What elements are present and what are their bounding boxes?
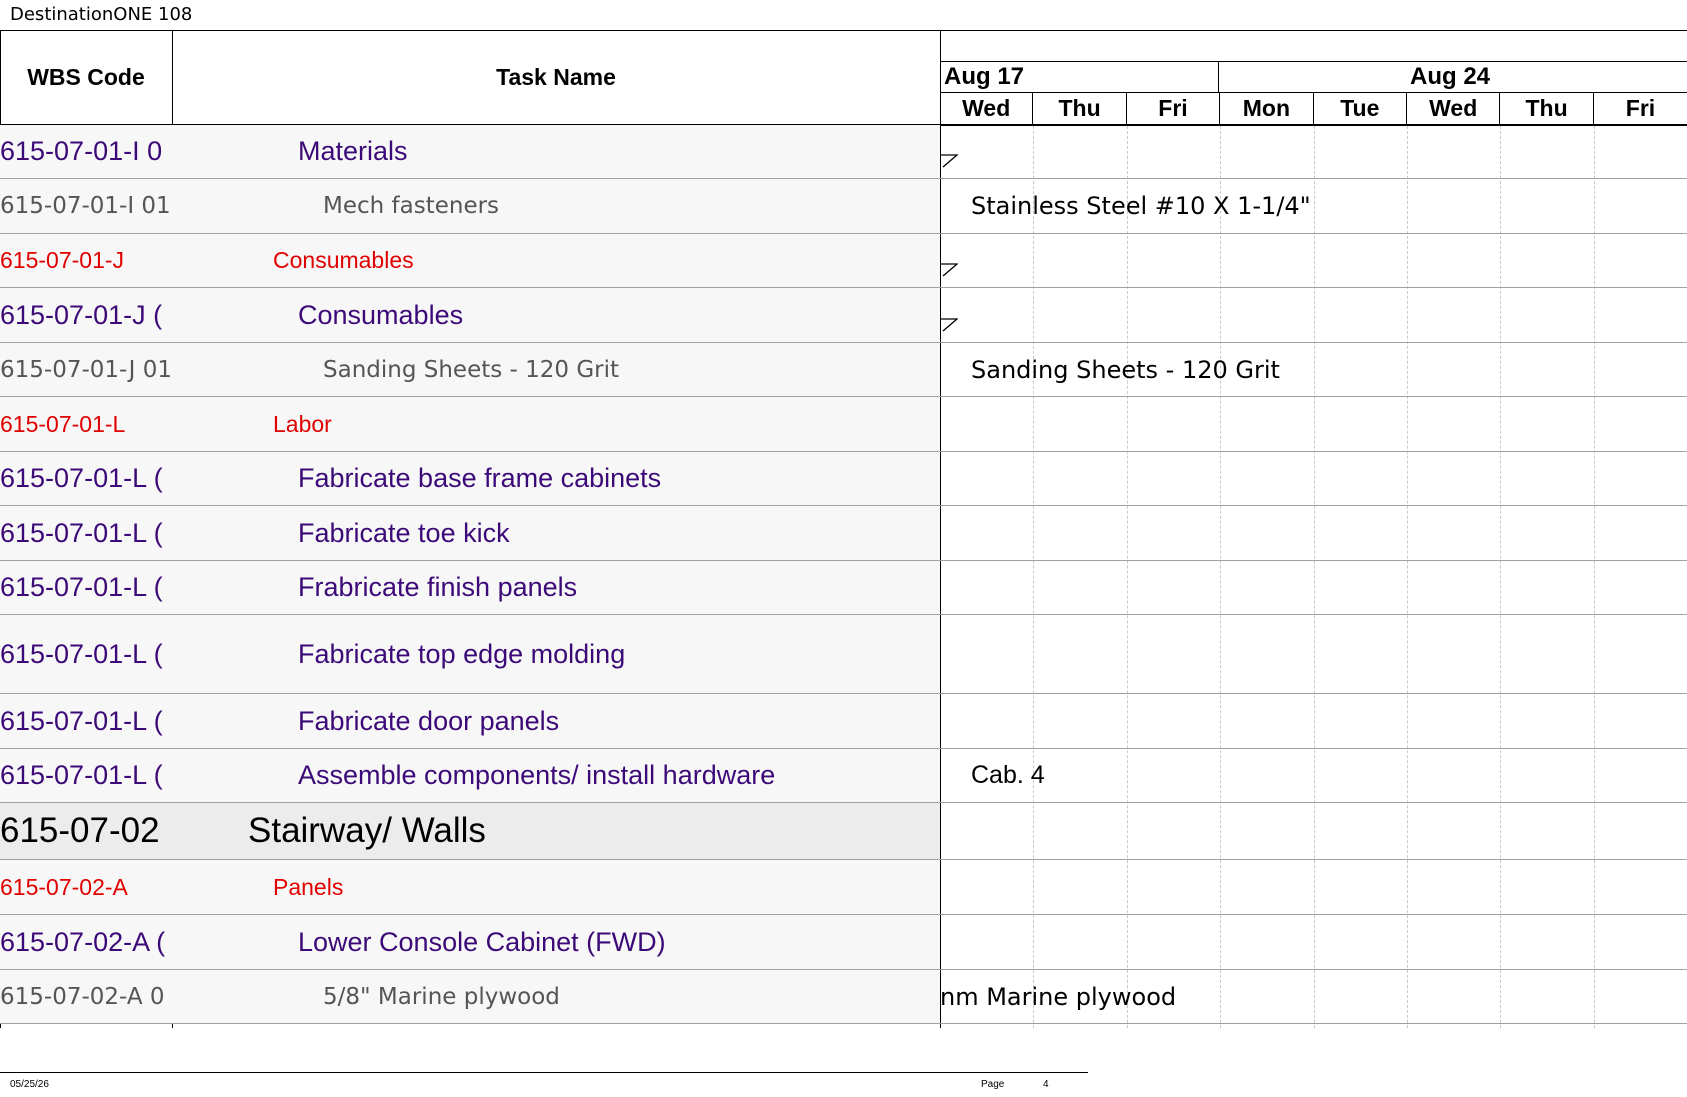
rollup-marker-icon (941, 317, 958, 331)
task-name-cell[interactable]: Fabricate top edge molding (298, 615, 625, 693)
table-row[interactable]: 615-07-01-L ( Fabricate toe kick (0, 506, 1687, 561)
task-name-cell[interactable]: Consumables (298, 288, 463, 342)
task-name-cell[interactable]: Mech fasteners (323, 179, 499, 233)
day-header-1: Thu (1033, 92, 1127, 125)
task-name-cell[interactable]: Fabricate toe kick (298, 506, 510, 560)
week-divider (1218, 61, 1219, 93)
wbs-code-cell[interactable]: 615-07-01-I 01 (0, 179, 172, 233)
wbs-code-cell[interactable]: 615-07-02-A ( (0, 915, 172, 969)
task-name-cell[interactable]: Assemble components/ install hardware (298, 749, 775, 802)
table-row[interactable]: 615-07-01-J 01 Sanding Sheets - 120 Grit S… (0, 343, 1687, 397)
table-row[interactable]: 615-07-01-L ( Frabricate finish panels (0, 561, 1687, 615)
wbs-code-cell[interactable]: 615-07-01-L ( (0, 694, 172, 748)
table-row[interactable]: 615-07-01-J ( Consumables (0, 288, 1687, 343)
wbs-code-cell[interactable]: 615-07-01-L ( (0, 506, 172, 560)
page-title: DestinationONE 108 (10, 4, 193, 25)
rollup-marker-icon (941, 263, 958, 277)
wbs-code-cell[interactable]: 615-07-02 (0, 803, 172, 859)
table-row[interactable]: 615-07-02-A ( Lower Console Cabinet (FWD) (0, 915, 1687, 970)
week-label: Aug 17 (944, 63, 1025, 90)
table-row[interactable]: 615-07-02-A 0 5/8" Marine plywood nm Marin… (0, 970, 1687, 1024)
table-row[interactable]: 615-07-02-A Panels (0, 860, 1687, 915)
task-name-cell[interactable]: Lower Console Cabinet (FWD) (298, 915, 666, 969)
wbs-code-cell[interactable]: 615-07-01-L ( (0, 749, 172, 802)
day-header-2: Fri (1127, 92, 1221, 125)
gantt-bar-label: Stainless Steel #10 X 1-1/4" (971, 192, 1311, 220)
wbs-code-cell[interactable]: 615-07-02-A (0, 860, 172, 914)
table-row[interactable]: 615-07-01-L Labor (0, 397, 1687, 452)
timescale-divider (940, 61, 1687, 62)
day-header-4: Tue (1314, 92, 1407, 125)
task-name-cell[interactable]: Stairway/ Walls (248, 803, 486, 859)
task-name-cell[interactable]: Materials (298, 125, 408, 178)
day-header-6: Thu (1500, 92, 1594, 125)
print-date: 05/25/26 (10, 1079, 49, 1090)
task-name-cell[interactable]: Frabricate finish panels (298, 561, 577, 614)
wbs-code-cell[interactable]: 615-07-01-L ( (0, 615, 172, 693)
wbs-code-cell[interactable]: 615-07-01-L (0, 397, 172, 451)
table-row[interactable]: 615-07-01-L ( Fabricate door panels (0, 694, 1687, 749)
task-name-cell[interactable]: Fabricate door panels (298, 694, 559, 748)
page-label: Page (981, 1079, 1005, 1090)
task-name-cell[interactable]: 5/8" Marine plywood (323, 970, 560, 1023)
gantt-bar-label: Sanding Sheets - 120 Grit (971, 355, 1280, 384)
task-name-header[interactable]: Task Name (172, 30, 940, 124)
table-row[interactable]: 615-07-01-L ( Assemble components/ instal… (0, 749, 1687, 803)
wbs-code-cell[interactable]: 615-07-01-L ( (0, 561, 172, 614)
wbs-code-cell[interactable]: 615-07-01-I 0 (0, 125, 172, 178)
wbs-code-cell[interactable]: 615-07-01-J ( (0, 288, 172, 342)
rollup-marker-icon (941, 154, 958, 168)
table-row[interactable]: 615-07-02 Stairway/ Walls (0, 803, 1687, 860)
task-name-cell[interactable]: Sanding Sheets - 120 Grit (323, 343, 619, 396)
table-row[interactable]: 615-07-01-L ( Fabricate base frame cabine… (0, 452, 1687, 506)
table-row[interactable]: 615-07-01-I 0 Materials (0, 125, 1687, 179)
day-header-3: Mon (1220, 92, 1314, 125)
day-header-5: Wed (1407, 92, 1501, 125)
task-name-cell[interactable]: Consumables (273, 234, 414, 287)
week-label: Aug 24 (1410, 63, 1491, 90)
table-row[interactable]: 615-07-01-J Consumables (0, 234, 1687, 288)
footer-divider (0, 1072, 1088, 1073)
gantt-bar-label: Cab. 4 (971, 761, 1045, 789)
table-row[interactable]: 615-07-01-I 01 Mech fasteners Stainless St… (0, 179, 1687, 234)
table-row[interactable]: 615-07-01-L ( Fabricate top edge molding (0, 615, 1687, 694)
page-number: 4 (1043, 1079, 1049, 1090)
gantt-bar-label: nm Marine plywood (940, 982, 1177, 1011)
task-name-cell[interactable]: Panels (273, 860, 343, 914)
wbs-code-cell[interactable]: 615-07-01-J 01 (0, 343, 172, 396)
wbs-code-cell[interactable]: 615-07-01-L ( (0, 452, 172, 505)
task-name-cell[interactable]: Labor (273, 397, 332, 451)
wbs-code-header[interactable]: WBS Code (0, 30, 172, 124)
day-header-0: Wed (940, 92, 1034, 125)
wbs-code-cell[interactable]: 615-07-02-A 0 (0, 970, 172, 1023)
wbs-code-cell[interactable]: 615-07-01-J (0, 234, 172, 287)
task-name-cell[interactable]: Fabricate base frame cabinets (298, 452, 661, 505)
day-header-7: Fri (1625, 95, 1656, 121)
